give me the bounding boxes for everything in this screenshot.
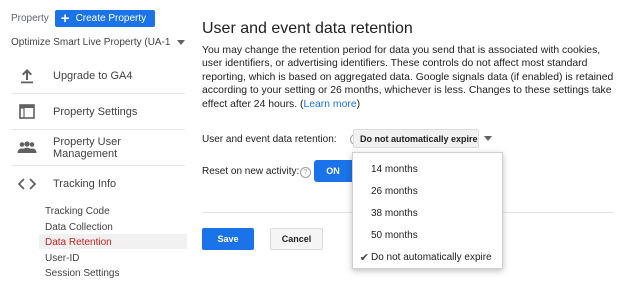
create-property-label: Create Property: [75, 12, 147, 24]
code-icon: [17, 174, 37, 194]
property-selector[interactable]: Optimize Smart Live Property (UA-1509...: [11, 35, 185, 49]
nav-item-property-settings[interactable]: Property Settings: [11, 94, 185, 130]
retention-selected-value: Do not automatically expire: [360, 133, 478, 144]
sidebar: Property + Create Property Optimize Smar…: [0, 0, 192, 284]
window-icon: [17, 102, 37, 122]
menu-item-label: 38 months: [371, 207, 418, 219]
description-text: You may change the retention period for …: [202, 45, 614, 110]
menu-item-14-months[interactable]: 14 months: [353, 158, 502, 180]
sidebar-item-user-id[interactable]: User-ID: [45, 253, 79, 264]
nav-label: Upgrade to GA4: [53, 69, 133, 82]
upload-icon: [17, 66, 37, 86]
learn-more-link[interactable]: Learn more: [303, 99, 356, 110]
nav-item-tracking-info[interactable]: Tracking Info: [11, 166, 185, 202]
description-end: ): [356, 98, 361, 110]
menu-item-26-months[interactable]: 26 months: [353, 180, 502, 202]
reset-toggle[interactable]: ON: [314, 160, 352, 182]
nav-item-upgrade-ga4[interactable]: Upgrade to GA4: [11, 58, 185, 94]
checkmark-icon: ✔: [359, 251, 369, 264]
property-header: Property + Create Property: [11, 9, 156, 27]
create-property-button[interactable]: + Create Property: [54, 9, 156, 27]
retention-dropdown-menu: 14 months 26 months 38 months 50 months …: [352, 152, 503, 269]
menu-item-label: 50 months: [371, 229, 418, 241]
retention-description: You may change the retention period for …: [202, 44, 614, 111]
sidebar-item-tracking-code[interactable]: Tracking Code: [45, 206, 110, 217]
chevron-down-icon: [177, 39, 185, 45]
nav-label: Tracking Info: [53, 178, 117, 190]
menu-item-label: 26 months: [371, 185, 418, 197]
sidebar-item-session-settings[interactable]: Session Settings: [45, 268, 120, 279]
people-icon: [17, 138, 37, 158]
reset-label: Reset on new activity:: [202, 166, 300, 177]
cancel-button[interactable]: Cancel: [270, 228, 323, 250]
save-button[interactable]: Save: [202, 228, 254, 250]
sidebar-item-data-collection[interactable]: Data Collection: [45, 222, 113, 233]
menu-item-do-not-expire[interactable]: ✔ Do not automatically expire: [353, 246, 502, 268]
chevron-down-icon: [483, 136, 492, 141]
menu-item-38-months[interactable]: 38 months: [353, 202, 502, 224]
plus-icon: +: [60, 9, 70, 27]
menu-item-label: Do not automatically expire: [371, 251, 492, 263]
toggle-label: ON: [326, 166, 340, 176]
retention-select[interactable]: Do not automatically expire: [353, 129, 492, 148]
property-label: Property: [11, 12, 49, 24]
nav-label: Property User Management: [53, 135, 121, 160]
menu-item-label: 14 months: [371, 163, 418, 175]
help-icon[interactable]: ?: [300, 167, 311, 178]
menu-item-50-months[interactable]: 50 months: [353, 224, 502, 246]
selected-property: Optimize Smart Live Property (UA-1509...: [11, 36, 171, 48]
retention-label: User and event data retention:: [202, 134, 337, 145]
nav-item-user-management[interactable]: Property User Management: [11, 130, 185, 166]
page-title: User and event data retention: [202, 20, 413, 37]
sidebar-item-data-retention[interactable]: Data Retention: [45, 237, 112, 248]
nav-label: Property Settings: [53, 105, 138, 118]
